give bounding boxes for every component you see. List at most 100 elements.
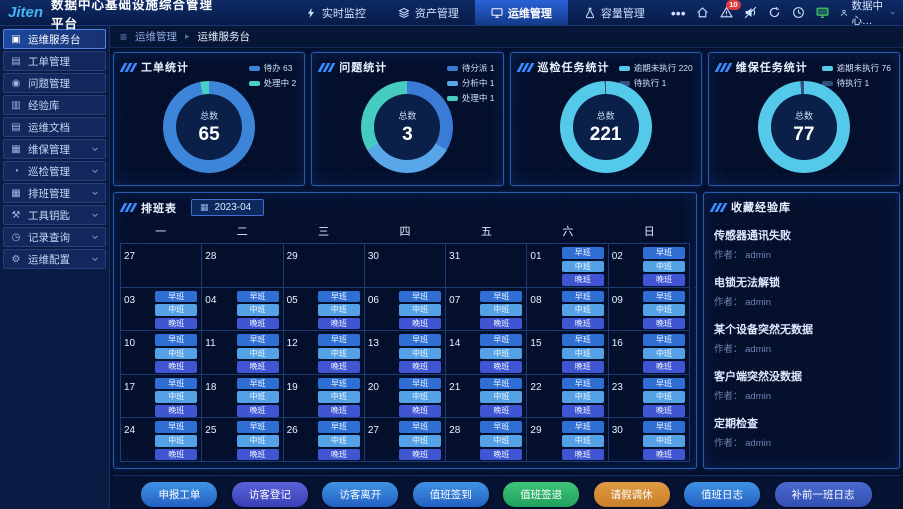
- shift-badge-1[interactable]: 中班: [643, 348, 685, 360]
- shift-badge-2[interactable]: 晚班: [155, 405, 197, 417]
- shift-badge-1[interactable]: 中班: [643, 304, 685, 316]
- shift-badge-0[interactable]: 早班: [643, 334, 685, 346]
- shift-badge-2[interactable]: 晚班: [155, 449, 197, 461]
- shift-badge-2[interactable]: 晚班: [155, 318, 197, 330]
- calendar-day-13[interactable]: 13早班中班晚班: [365, 331, 446, 375]
- shift-badge-0[interactable]: 早班: [399, 291, 441, 303]
- shift-badge-0[interactable]: 早班: [643, 378, 685, 390]
- shift-badge-1[interactable]: 中班: [480, 348, 522, 360]
- shift-badge-1[interactable]: 中班: [399, 348, 441, 360]
- shift-badge-0[interactable]: 早班: [480, 421, 522, 433]
- calendar-day-22[interactable]: 22早班中班晚班: [527, 375, 608, 419]
- month-picker[interactable]: ▦ 2023-04: [191, 199, 264, 216]
- shift-badge-2[interactable]: 晚班: [643, 274, 685, 286]
- shift-badge-0[interactable]: 早班: [237, 291, 279, 303]
- calendar-day-30[interactable]: 30早班中班晚班: [609, 418, 690, 462]
- calendar-day-14[interactable]: 14早班中班晚班: [446, 331, 527, 375]
- calendar-day-16[interactable]: 16早班中班晚班: [609, 331, 690, 375]
- sidebar-item-1[interactable]: ▤工单管理: [3, 51, 106, 71]
- shift-badge-1[interactable]: 中班: [562, 435, 604, 447]
- shift-badge-2[interactable]: 晚班: [643, 361, 685, 373]
- sidebar-item-6[interactable]: ◔巡检管理: [3, 161, 106, 181]
- calendar-day-06[interactable]: 06早班中班晚班: [365, 288, 446, 332]
- calendar-day-25[interactable]: 25早班中班晚班: [202, 418, 283, 462]
- shift-badge-0[interactable]: 早班: [643, 421, 685, 433]
- action-button-3[interactable]: 值班签到: [413, 482, 489, 507]
- shift-badge-2[interactable]: 晚班: [237, 318, 279, 330]
- user-menu[interactable]: 数据中心…: [840, 0, 895, 28]
- calendar-day-03[interactable]: 03早班中班晚班: [121, 288, 202, 332]
- shift-badge-1[interactable]: 中班: [480, 391, 522, 403]
- alert-icon[interactable]: 10: [720, 6, 733, 19]
- shift-badge-0[interactable]: 早班: [562, 334, 604, 346]
- shift-badge-2[interactable]: 晚班: [562, 318, 604, 330]
- shift-badge-2[interactable]: 晚班: [318, 449, 360, 461]
- shift-badge-1[interactable]: 中班: [237, 304, 279, 316]
- shift-badge-2[interactable]: 晚班: [480, 405, 522, 417]
- shift-badge-1[interactable]: 中班: [562, 391, 604, 403]
- shift-badge-2[interactable]: 晚班: [643, 318, 685, 330]
- nav-more-button[interactable]: •••: [661, 5, 696, 21]
- shift-badge-2[interactable]: 晚班: [562, 361, 604, 373]
- shift-badge-2[interactable]: 晚班: [480, 361, 522, 373]
- sidebar-item-10[interactable]: ⚙运维配置: [3, 249, 106, 269]
- calendar-day-07[interactable]: 07早班中班晚班: [446, 288, 527, 332]
- calendar-day-18[interactable]: 18早班中班晚班: [202, 375, 283, 419]
- shift-badge-1[interactable]: 中班: [562, 261, 604, 273]
- shift-badge-1[interactable]: 中班: [562, 348, 604, 360]
- home-icon[interactable]: [696, 6, 709, 19]
- sidebar-item-2[interactable]: ◉问题管理: [3, 73, 106, 93]
- shift-badge-1[interactable]: 中班: [480, 304, 522, 316]
- shift-badge-1[interactable]: 中班: [643, 261, 685, 273]
- shift-badge-2[interactable]: 晚班: [562, 449, 604, 461]
- action-button-0[interactable]: 申报工单: [141, 482, 217, 507]
- shift-badge-2[interactable]: 晚班: [562, 405, 604, 417]
- shift-badge-2[interactable]: 晚班: [318, 318, 360, 330]
- shift-badge-1[interactable]: 中班: [318, 435, 360, 447]
- shift-badge-0[interactable]: 早班: [237, 378, 279, 390]
- shift-badge-1[interactable]: 中班: [237, 435, 279, 447]
- action-button-6[interactable]: 值班日志: [684, 482, 760, 507]
- action-button-5[interactable]: 请假调休: [594, 482, 670, 507]
- calendar-day-23[interactable]: 23早班中班晚班: [609, 375, 690, 419]
- shift-badge-0[interactable]: 早班: [480, 334, 522, 346]
- shift-badge-1[interactable]: 中班: [318, 391, 360, 403]
- shift-badge-1[interactable]: 中班: [643, 435, 685, 447]
- shift-badge-2[interactable]: 晚班: [643, 449, 685, 461]
- shift-badge-2[interactable]: 晚班: [237, 405, 279, 417]
- sidebar-collapse-icon[interactable]: ≡: [120, 30, 127, 44]
- shift-badge-0[interactable]: 早班: [480, 291, 522, 303]
- shift-badge-0[interactable]: 早班: [480, 378, 522, 390]
- calendar-day-04[interactable]: 04早班中班晚班: [202, 288, 283, 332]
- shift-badge-0[interactable]: 早班: [155, 334, 197, 346]
- shift-badge-2[interactable]: 晚班: [399, 405, 441, 417]
- ops-screen-icon[interactable]: [816, 6, 829, 19]
- knowledge-item-1[interactable]: 电锁无法解锁作者： admin: [714, 268, 889, 315]
- calendar-day-12[interactable]: 12早班中班晚班: [284, 331, 365, 375]
- shift-badge-2[interactable]: 晚班: [318, 405, 360, 417]
- shift-badge-1[interactable]: 中班: [318, 304, 360, 316]
- shift-badge-0[interactable]: 早班: [318, 291, 360, 303]
- shift-badge-2[interactable]: 晚班: [562, 274, 604, 286]
- nav-item-0[interactable]: 实时监控: [289, 0, 382, 25]
- calendar-day-29[interactable]: 29早班中班晚班: [527, 418, 608, 462]
- calendar-day-30[interactable]: 30: [365, 244, 446, 288]
- refresh-icon[interactable]: [768, 6, 781, 19]
- calendar-day-15[interactable]: 15早班中班晚班: [527, 331, 608, 375]
- calendar-day-28[interactable]: 28早班中班晚班: [446, 418, 527, 462]
- shift-badge-1[interactable]: 中班: [562, 304, 604, 316]
- shift-badge-0[interactable]: 早班: [399, 334, 441, 346]
- knowledge-item-3[interactable]: 客户端突然没数据作者： admin: [714, 362, 889, 409]
- action-button-4[interactable]: 值班签退: [503, 482, 579, 507]
- calendar-day-21[interactable]: 21早班中班晚班: [446, 375, 527, 419]
- calendar-day-02[interactable]: 02早班中班晚班: [609, 244, 690, 288]
- shift-badge-1[interactable]: 中班: [399, 391, 441, 403]
- mute-horn-icon[interactable]: [744, 6, 757, 19]
- knowledge-item-4[interactable]: 定期检查作者： admin: [714, 409, 889, 456]
- shift-badge-2[interactable]: 晚班: [399, 361, 441, 373]
- shift-badge-0[interactable]: 早班: [399, 421, 441, 433]
- nav-item-2[interactable]: 运维管理: [475, 0, 568, 25]
- nav-item-1[interactable]: 资产管理: [382, 0, 475, 25]
- shift-badge-1[interactable]: 中班: [643, 391, 685, 403]
- shift-badge-0[interactable]: 早班: [155, 421, 197, 433]
